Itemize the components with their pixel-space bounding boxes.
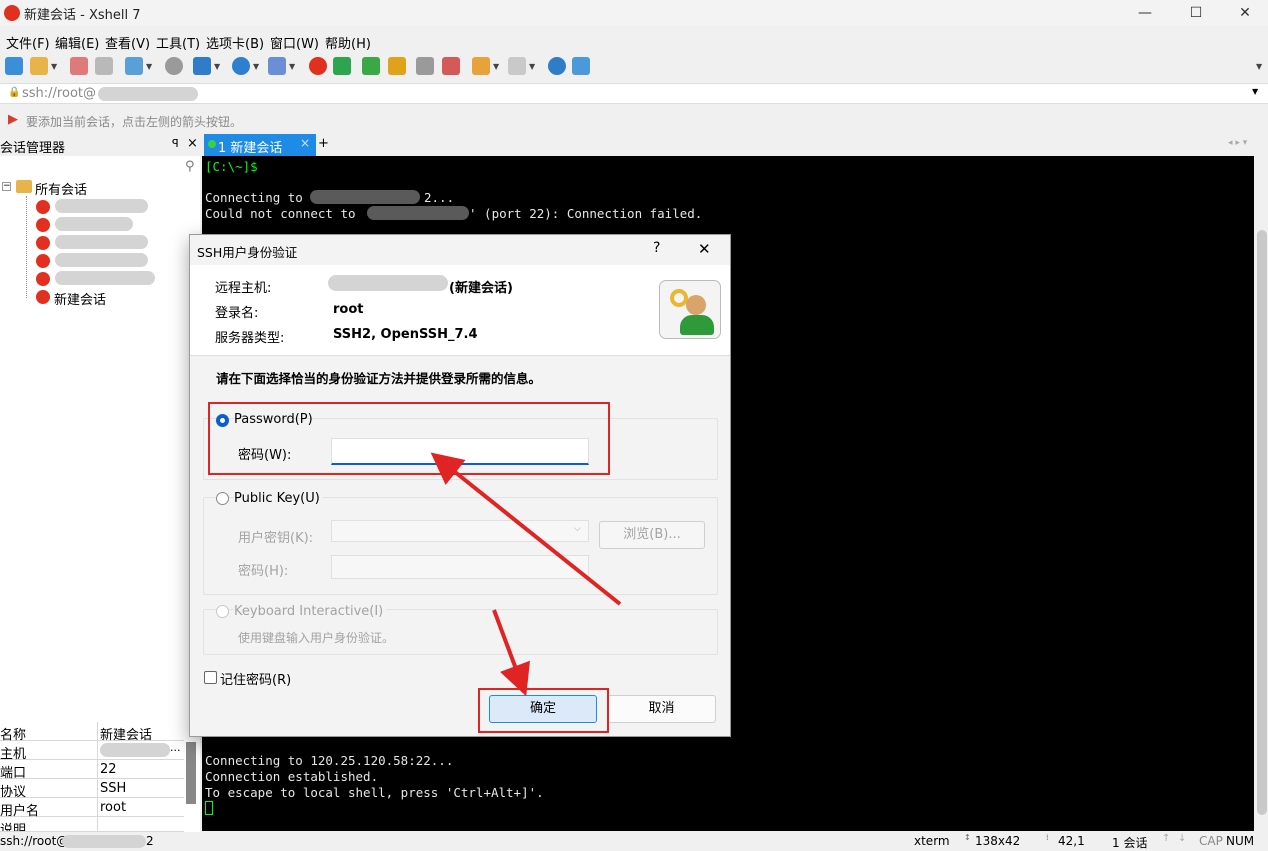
arrow-to-ok [492,609,530,697]
annotation-arrows [430,452,622,697]
arrow-to-password [430,452,622,606]
